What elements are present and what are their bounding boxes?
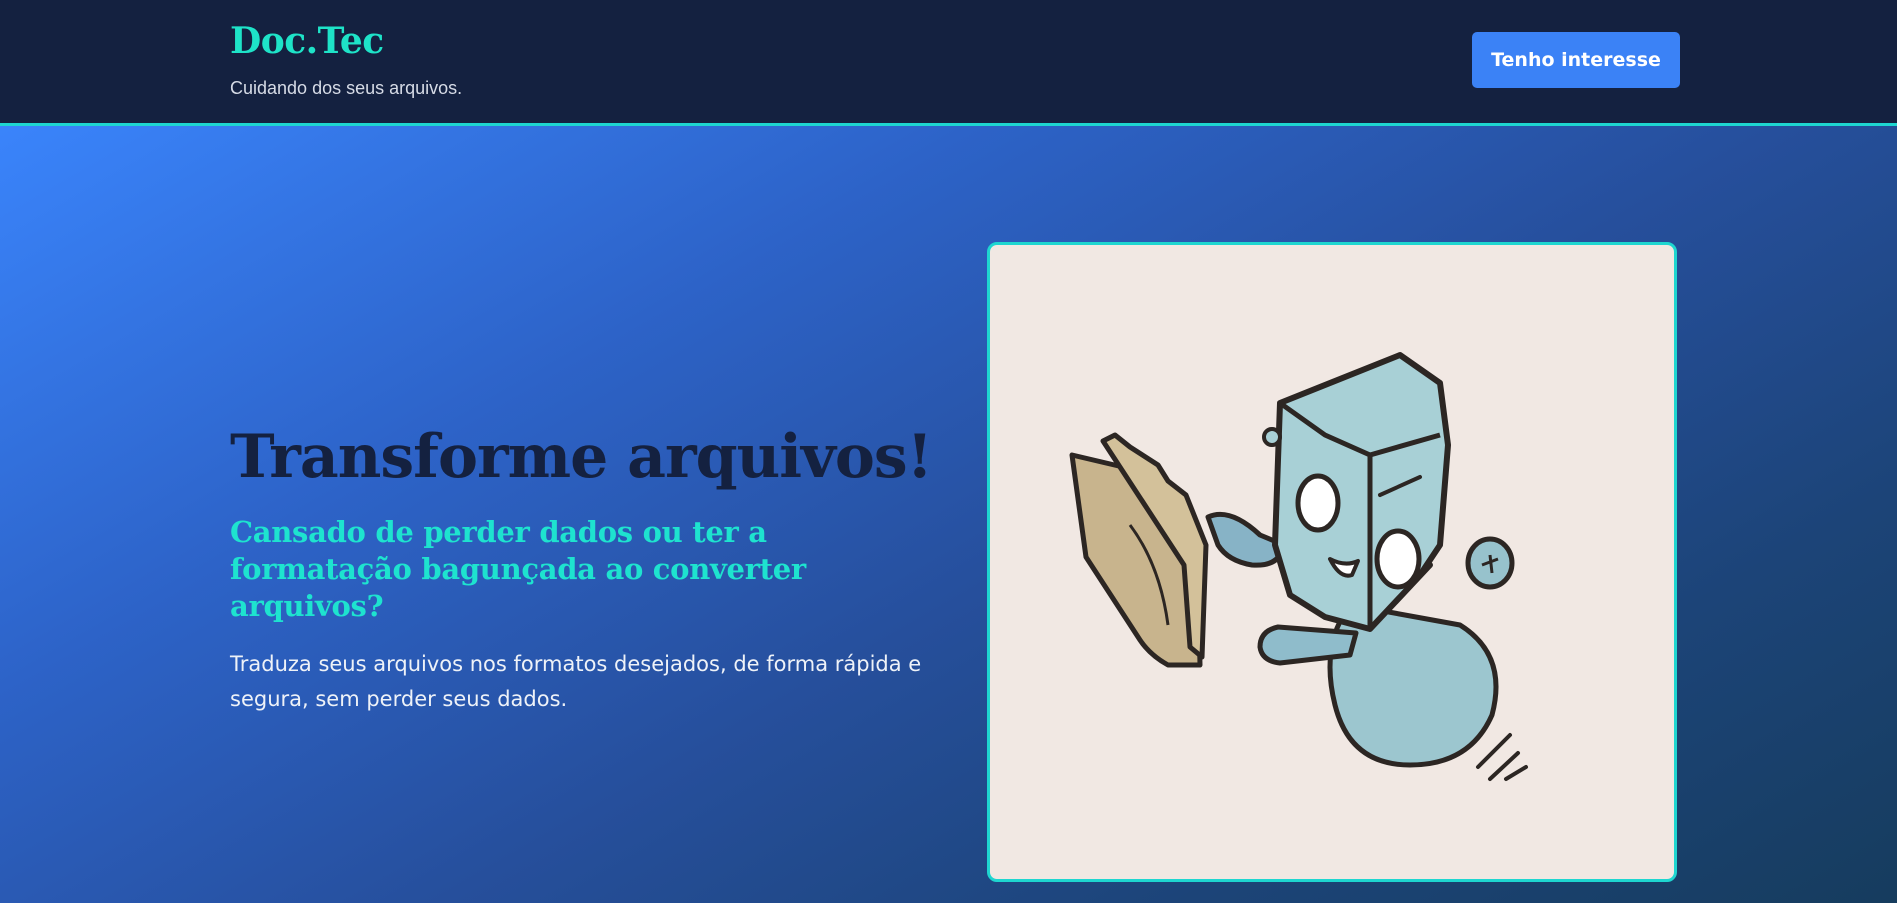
hero-description: Traduza seus arquivos nos formatos desej… — [230, 652, 922, 711]
folder-icon — [1069, 432, 1209, 668]
tagline: Cuidando dos seus arquivos. — [230, 78, 463, 98]
brand: Doc.Tec Cuidando dos seus arquivos. — [230, 18, 462, 99]
robot-body — [1257, 602, 1528, 781]
hero-headline: Transforme arquivos! — [230, 422, 933, 492]
interest-button[interactable]: Tenho interesse — [1472, 32, 1680, 88]
hero-section: Transforme arquivos! Cansado de perder d… — [0, 126, 1897, 903]
logo[interactable]: Doc.Tec — [230, 18, 462, 64]
hero-subheadline: Cansado de perder dados ou ter a formata… — [230, 515, 806, 623]
site-header: Doc.Tec Cuidando dos seus arquivos. Tenh… — [0, 0, 1897, 126]
robot-holding-folder-illustration — [1069, 352, 1528, 781]
hero-illustration-card — [987, 242, 1677, 882]
robot-head — [1262, 352, 1515, 632]
hero-text: Transforme arquivos! Cansado de perder d… — [230, 422, 950, 717]
